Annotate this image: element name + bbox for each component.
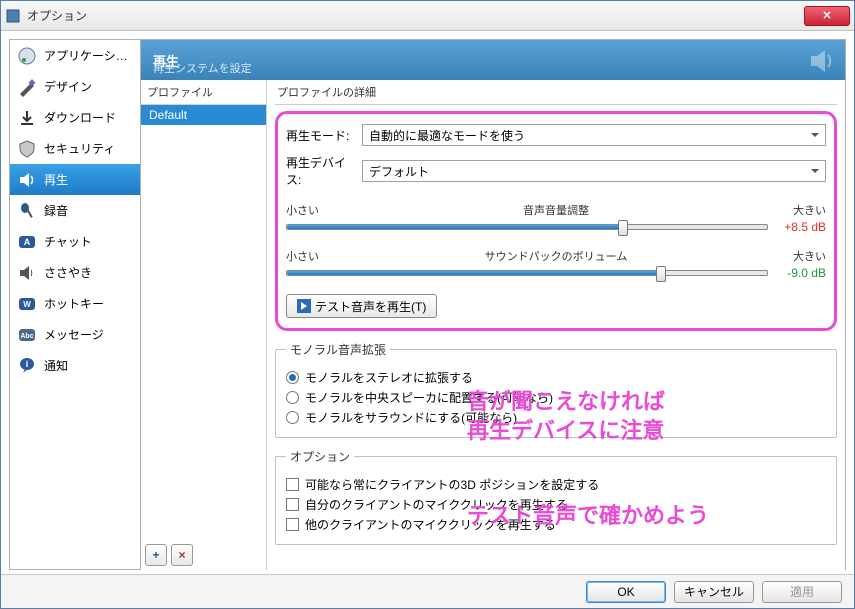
options-legend: オプション <box>286 448 354 465</box>
sidebar-item-download[interactable]: ダウンロード <box>10 102 140 133</box>
sidebar-item-record[interactable]: 録音 <box>10 195 140 226</box>
slider-min-label: 小さい <box>286 202 334 218</box>
sidebar-item-design[interactable]: デザイン <box>10 71 140 102</box>
options-window: オプション ✕ アプリケーシ… デザイン ダウンロード セキュリティ 再生 録音… <box>0 0 855 609</box>
options-group: オプション 可能なら常にクライアントの3D ポジションを設定する 自分のクライア… <box>275 448 837 545</box>
window-title: オプション <box>27 7 804 24</box>
section-header: 再生 再生システムを設定 <box>141 40 845 80</box>
slider-max-label: 大きい <box>778 248 826 264</box>
mode-select[interactable]: 自動的に最適なモードを使う <box>362 124 826 146</box>
mono-center-radio[interactable] <box>286 391 299 404</box>
profile-column-header: プロファイル <box>141 80 266 104</box>
test-sound-button[interactable]: テスト音声を再生(T) <box>286 294 437 318</box>
svg-text:W: W <box>23 300 31 309</box>
sidebar-item-playback[interactable]: 再生 <box>10 164 140 195</box>
remove-profile-button[interactable]: × <box>171 544 193 566</box>
chat-icon: A <box>16 231 38 253</box>
notify-icon: i <box>16 355 38 377</box>
mono-legend: モノラル音声拡張 <box>286 341 390 358</box>
device-value: デフォルト <box>369 163 429 180</box>
sidebar-item-application[interactable]: アプリケーシ… <box>10 40 140 71</box>
soundpack-volume-value: -9.0 dB <box>776 266 826 280</box>
slider-max-label: 大きい <box>778 202 826 218</box>
whisper-icon <box>16 262 38 284</box>
speaker-large-icon <box>807 46 837 79</box>
sidebar-item-label: メッセージ <box>44 326 104 343</box>
sidebar-item-chat[interactable]: A チャット <box>10 226 140 257</box>
sidebar-item-security[interactable]: セキュリティ <box>10 133 140 164</box>
sidebar-item-label: ダウンロード <box>44 109 116 126</box>
cancel-button[interactable]: キャンセル <box>674 581 754 603</box>
message-icon: Abc <box>16 324 38 346</box>
sidebar-item-label: 通知 <box>44 357 68 374</box>
mode-label: 再生モード: <box>286 127 356 144</box>
mic-icon <box>16 200 38 222</box>
mode-value: 自動的に最適なモードを使う <box>369 127 525 144</box>
sidebar-item-label: ホットキー <box>44 295 104 312</box>
category-sidebar: アプリケーシ… デザイン ダウンロード セキュリティ 再生 録音 A チャット さ… <box>9 39 141 570</box>
dialog-footer: OK キャンセル 適用 <box>1 574 854 608</box>
sidebar-item-label: チャット <box>44 233 92 250</box>
sidebar-item-label: ささやき <box>44 264 92 281</box>
profile-column: プロファイル Default + × <box>141 80 267 570</box>
sidebar-item-label: 録音 <box>44 202 68 219</box>
close-button[interactable]: ✕ <box>804 6 850 26</box>
sidebar-item-label: 再生 <box>44 171 68 188</box>
sidebar-item-whisper[interactable]: ささやき <box>10 257 140 288</box>
opt-other-micclick-checkbox[interactable] <box>286 518 299 531</box>
sidebar-item-label: セキュリティ <box>44 140 115 157</box>
mono-surround-radio[interactable] <box>286 411 299 424</box>
opt-own-micclick-checkbox[interactable] <box>286 498 299 511</box>
sidebar-item-label: デザイン <box>44 78 92 95</box>
app-icon <box>16 45 38 67</box>
ok-button[interactable]: OK <box>586 581 666 603</box>
slider-title: サウンドパックのボリューム <box>334 248 778 264</box>
speaker-icon <box>16 169 38 191</box>
detail-panel: プロファイルの詳細 再生モード: 自動的に最適なモードを使う 再生デバイス: デ… <box>267 80 845 570</box>
device-select[interactable]: デフォルト <box>362 160 826 182</box>
device-label: 再生デバイス: <box>286 154 356 188</box>
highlighted-region: 再生モード: 自動的に最適なモードを使う 再生デバイス: デフォルト 小さい 音… <box>275 111 837 331</box>
download-icon <box>16 107 38 129</box>
voice-volume-slider-block: 小さい 音声音量調整 大きい +8.5 dB <box>286 202 826 234</box>
hotkey-icon: W <box>16 293 38 315</box>
section-subtitle: 再生システムを設定 <box>153 60 252 76</box>
voice-volume-slider[interactable] <box>286 224 768 230</box>
slider-thumb[interactable] <box>618 220 628 236</box>
svg-text:Abc: Abc <box>20 333 33 340</box>
svg-text:A: A <box>24 237 31 247</box>
sidebar-item-message[interactable]: Abc メッセージ <box>10 319 140 350</box>
slider-thumb[interactable] <box>656 266 666 282</box>
opt-3dpos-checkbox[interactable] <box>286 478 299 491</box>
detail-column-header: プロファイルの詳細 <box>275 80 837 105</box>
mono-extension-group: モノラル音声拡張 モノラルをステレオに拡張する モノラルを中央スピーカに配置する… <box>275 341 837 438</box>
slider-title: 音声音量調整 <box>334 202 778 218</box>
soundpack-volume-slider-block: 小さい サウンドパックのボリューム 大きい -9.0 dB <box>286 248 826 280</box>
play-icon <box>297 299 311 313</box>
check-label: 自分のクライアントのマイククリックを再生する <box>305 496 568 513</box>
design-icon <box>16 76 38 98</box>
radio-label: モノラルをサラウンドにする(可能なら) <box>305 409 517 426</box>
mono-stereo-radio[interactable] <box>286 371 299 384</box>
shield-icon <box>16 138 38 160</box>
sidebar-item-hotkey[interactable]: W ホットキー <box>10 288 140 319</box>
svg-text:i: i <box>26 359 29 369</box>
sidebar-item-notify[interactable]: i 通知 <box>10 350 140 381</box>
slider-min-label: 小さい <box>286 248 334 264</box>
add-profile-button[interactable]: + <box>145 544 167 566</box>
radio-label: モノラルをステレオに拡張する <box>305 369 473 386</box>
main-panel: 再生 再生システムを設定 プロファイル Default + × <box>141 39 846 570</box>
radio-label: モノラルを中央スピーカに配置する(可能なら) <box>305 389 553 406</box>
check-label: 可能なら常にクライアントの3D ポジションを設定する <box>305 476 599 493</box>
titlebar: オプション ✕ <box>1 1 854 31</box>
apply-button[interactable]: 適用 <box>762 581 842 603</box>
profile-list[interactable]: Default <box>141 104 266 540</box>
app-icon <box>5 8 21 24</box>
voice-volume-value: +8.5 dB <box>776 220 826 234</box>
sidebar-item-label: アプリケーシ… <box>44 47 128 64</box>
profile-item[interactable]: Default <box>141 105 266 125</box>
check-label: 他のクライアントのマイククリックを再生する <box>305 516 556 533</box>
test-sound-label: テスト音声を再生(T) <box>315 298 426 315</box>
soundpack-volume-slider[interactable] <box>286 270 768 276</box>
